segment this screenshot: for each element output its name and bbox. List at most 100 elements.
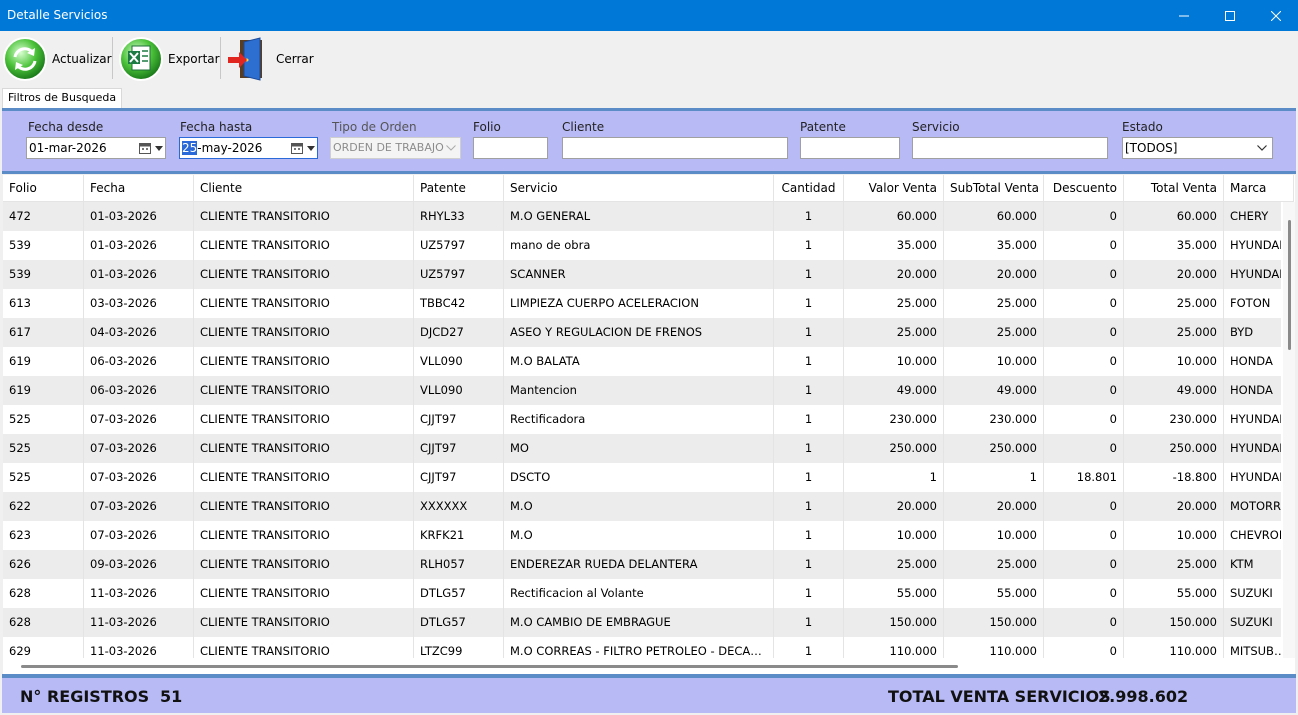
- cell-subtotal-venta[interactable]: 55.000: [944, 579, 1044, 608]
- cell-descuento[interactable]: 0: [1044, 434, 1124, 463]
- cell-folio[interactable]: 623: [3, 521, 84, 550]
- cell-total-venta[interactable]: 10.000: [1124, 521, 1224, 550]
- cell-subtotal-venta[interactable]: 230.000: [944, 405, 1044, 434]
- cell-cliente[interactable]: CLIENTE TRANSITORIO: [194, 347, 414, 376]
- cell-subtotal-venta[interactable]: 110.000: [944, 637, 1044, 658]
- cell-valor-venta[interactable]: 230.000: [844, 405, 944, 434]
- export-button[interactable]: Exportar: [118, 34, 220, 84]
- cell-patente[interactable]: VLL090: [414, 347, 504, 376]
- cell-servicio[interactable]: Rectificacion al Volante: [504, 579, 774, 608]
- column-header-total-venta[interactable]: Total Venta: [1124, 175, 1224, 202]
- cell-total-venta[interactable]: 60.000: [1124, 202, 1224, 231]
- cell-servicio[interactable]: ASEO Y REGULACION DE FRENOS: [504, 318, 774, 347]
- cell-cliente[interactable]: CLIENTE TRANSITORIO: [194, 289, 414, 318]
- cell-cliente[interactable]: CLIENTE TRANSITORIO: [194, 318, 414, 347]
- cell-fecha[interactable]: 06-03-2026: [84, 347, 194, 376]
- cell-valor-venta[interactable]: 1: [844, 463, 944, 492]
- cell-cantidad[interactable]: 1: [774, 231, 844, 260]
- cell-marca[interactable]: HYUNDAI: [1224, 434, 1281, 463]
- cell-marca[interactable]: SUZUKI: [1224, 579, 1281, 608]
- cell-cliente[interactable]: CLIENTE TRANSITORIO: [194, 550, 414, 579]
- cell-marca[interactable]: KTM: [1224, 550, 1281, 579]
- cell-descuento[interactable]: 0: [1044, 318, 1124, 347]
- cell-fecha[interactable]: 01-03-2026: [84, 231, 194, 260]
- column-header-patente[interactable]: Patente: [414, 175, 504, 202]
- cell-patente[interactable]: CJJT97: [414, 405, 504, 434]
- cell-descuento[interactable]: 0: [1044, 231, 1124, 260]
- cell-valor-venta[interactable]: 20.000: [844, 260, 944, 289]
- cell-folio[interactable]: 617: [3, 318, 84, 347]
- cell-descuento[interactable]: 0: [1044, 405, 1124, 434]
- cell-servicio[interactable]: LIMPIEZA CUERPO ACELERACION: [504, 289, 774, 318]
- cell-servicio[interactable]: SCANNER: [504, 260, 774, 289]
- cell-cliente[interactable]: CLIENTE TRANSITORIO: [194, 434, 414, 463]
- cell-folio[interactable]: 539: [3, 260, 84, 289]
- table-row[interactable]: 617 04-03-2026 CLIENTE TRANSITORIO DJCD27 AS…: [3, 318, 1281, 347]
- table-row[interactable]: 628 11-03-2026 CLIENTE TRANSITORIO DTLG57 Re…: [3, 579, 1281, 608]
- cell-total-venta[interactable]: 49.000: [1124, 376, 1224, 405]
- cell-subtotal-venta[interactable]: 20.000: [944, 492, 1044, 521]
- cell-patente[interactable]: XXXXXX: [414, 492, 504, 521]
- cell-cliente[interactable]: CLIENTE TRANSITORIO: [194, 608, 414, 637]
- vertical-scrollbar-thumb[interactable]: [1288, 220, 1291, 350]
- cell-descuento[interactable]: 0: [1044, 608, 1124, 637]
- cell-subtotal-venta[interactable]: 35.000: [944, 231, 1044, 260]
- cell-cliente[interactable]: CLIENTE TRANSITORIO: [194, 579, 414, 608]
- cell-subtotal-venta[interactable]: 10.000: [944, 347, 1044, 376]
- cell-cliente[interactable]: CLIENTE TRANSITORIO: [194, 376, 414, 405]
- column-header-folio[interactable]: Folio: [3, 175, 84, 202]
- table-row[interactable]: 623 07-03-2026 CLIENTE TRANSITORIO KRFK21 M.…: [3, 521, 1281, 550]
- cell-valor-venta[interactable]: 250.000: [844, 434, 944, 463]
- cell-cantidad[interactable]: 1: [774, 405, 844, 434]
- refresh-button[interactable]: Actualizar: [2, 34, 112, 84]
- cell-valor-venta[interactable]: 10.000: [844, 521, 944, 550]
- cell-fecha[interactable]: 04-03-2026: [84, 318, 194, 347]
- table-row[interactable]: 539 01-03-2026 CLIENTE TRANSITORIO UZ5797 SC…: [3, 260, 1281, 289]
- cell-valor-venta[interactable]: 49.000: [844, 376, 944, 405]
- cell-cliente[interactable]: CLIENTE TRANSITORIO: [194, 521, 414, 550]
- cell-folio[interactable]: 622: [3, 492, 84, 521]
- cell-servicio[interactable]: MO: [504, 434, 774, 463]
- maximize-button[interactable]: [1207, 0, 1253, 31]
- cell-valor-venta[interactable]: 110.000: [844, 637, 944, 658]
- cell-folio[interactable]: 525: [3, 405, 84, 434]
- cell-marca[interactable]: HYUNDAI: [1224, 463, 1281, 492]
- table-row[interactable]: 629 11-03-2026 CLIENTE TRANSITORIO LTZC99 M.…: [3, 637, 1281, 658]
- table-row[interactable]: 613 03-03-2026 CLIENTE TRANSITORIO TBBC42 LI…: [3, 289, 1281, 318]
- cell-patente[interactable]: DJCD27: [414, 318, 504, 347]
- fecha-hasta-picker[interactable]: 25-may-2026: [179, 137, 318, 159]
- cell-marca[interactable]: HYUNDAI: [1224, 260, 1281, 289]
- patente-input[interactable]: [800, 137, 900, 159]
- cell-servicio[interactable]: ENDEREZAR RUEDA DELANTERA: [504, 550, 774, 579]
- cell-folio[interactable]: 613: [3, 289, 84, 318]
- tab-filtros-de-busqueda[interactable]: Filtros de Busqueda: [2, 88, 123, 108]
- column-header-fecha[interactable]: Fecha: [84, 175, 194, 202]
- cell-fecha[interactable]: 07-03-2026: [84, 434, 194, 463]
- cell-subtotal-venta[interactable]: 25.000: [944, 289, 1044, 318]
- cell-marca[interactable]: CHERY: [1224, 202, 1281, 231]
- cell-patente[interactable]: LTZC99: [414, 637, 504, 658]
- cell-descuento[interactable]: 0: [1044, 347, 1124, 376]
- cell-patente[interactable]: CJJT97: [414, 434, 504, 463]
- cell-patente[interactable]: UZ5797: [414, 231, 504, 260]
- cell-cantidad[interactable]: 1: [774, 463, 844, 492]
- column-header-marca[interactable]: Marca: [1224, 175, 1294, 202]
- cell-servicio[interactable]: M.O: [504, 521, 774, 550]
- cell-cliente[interactable]: CLIENTE TRANSITORIO: [194, 492, 414, 521]
- services-grid[interactable]: Folio Fecha Cliente Patente Servicio Cantidad…: [3, 175, 1295, 674]
- cell-fecha[interactable]: 01-03-2026: [84, 202, 194, 231]
- cell-marca[interactable]: SUZUKI: [1224, 608, 1281, 637]
- cell-marca[interactable]: HONDA: [1224, 347, 1281, 376]
- cell-subtotal-venta[interactable]: 20.000: [944, 260, 1044, 289]
- cell-servicio[interactable]: Mantencion: [504, 376, 774, 405]
- table-row[interactable]: 626 09-03-2026 CLIENTE TRANSITORIO RLH057 EN…: [3, 550, 1281, 579]
- cell-descuento[interactable]: 0: [1044, 289, 1124, 318]
- minimize-button[interactable]: [1161, 0, 1207, 31]
- cell-servicio[interactable]: M.O CORREAS - FILTRO PETROLEO - DECANTAD…: [504, 637, 774, 658]
- cell-subtotal-venta[interactable]: 49.000: [944, 376, 1044, 405]
- cell-fecha[interactable]: 07-03-2026: [84, 463, 194, 492]
- cell-subtotal-venta[interactable]: 1: [944, 463, 1044, 492]
- estado-select[interactable]: [TODOS]: [1122, 137, 1273, 159]
- column-header-subtotal-venta[interactable]: SubTotal Venta: [944, 175, 1044, 202]
- cell-subtotal-venta[interactable]: 25.000: [944, 550, 1044, 579]
